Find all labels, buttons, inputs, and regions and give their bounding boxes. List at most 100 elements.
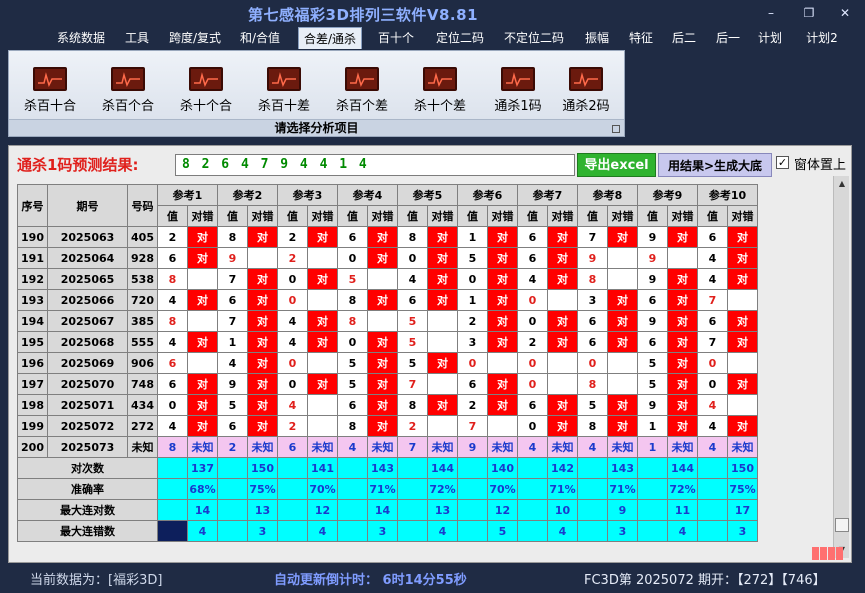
- value-cell: 0: [697, 352, 728, 374]
- table-row[interactable]: 197 2025070 748 6 对 9 对 0 对 5 对 7 6 对 0 8 5 对 0 对: [17, 373, 758, 395]
- table-row[interactable]: 192 2025065 538 8 7 对 0 对 5 4 对 0 对 4 对 8 9 对 4 对: [17, 268, 758, 290]
- table-row[interactable]: 198 2025071 434 0 对 5 对 4 6 对 8 对 2 对 6 对 5 对 9 对 4: [17, 394, 758, 416]
- seq-cell: 198: [17, 394, 48, 416]
- menu-item-5[interactable]: 百十个: [370, 27, 422, 49]
- value-cell: 6: [217, 289, 248, 311]
- stat-value-cell: 9: [607, 499, 638, 521]
- close-icon[interactable]: ✕: [836, 5, 854, 21]
- correct-cell: 对: [247, 331, 278, 353]
- menu-item-6[interactable]: 定位二码: [428, 27, 492, 49]
- number-cell: 272: [127, 415, 158, 437]
- chart-icon: [189, 67, 223, 91]
- value-cell: 7: [577, 226, 608, 248]
- stat-spacer-cell: [337, 478, 368, 500]
- pending-value-cell: 2: [217, 436, 248, 458]
- pending-row[interactable]: 200 2025073 未知 8 未知 2 未知 6 未知 4 未知 7 未知 9 未知 4 未知 4 未知 1 未知 4…: [17, 436, 758, 458]
- seq-cell: 200: [17, 436, 48, 458]
- stat-value-cell: 70%: [487, 478, 518, 500]
- table-row[interactable]: 199 2025072 272 4 对 6 对 2 8 对 2 7 0 对 8 对 1 对 4 对: [17, 415, 758, 437]
- ribbon-button-7[interactable]: 通杀2码: [549, 67, 623, 117]
- menu-item-1[interactable]: 工具: [118, 27, 156, 49]
- result-subheader: 对错: [367, 205, 398, 227]
- value-cell: 2: [277, 415, 308, 437]
- value-cell: 2: [457, 310, 488, 332]
- stat-label: 准确率: [17, 478, 158, 500]
- value-subheader: 值: [637, 205, 668, 227]
- table-row[interactable]: 195 2025068 555 4 对 1 对 4 对 0 对 5 3 对 2 对 6 对 6 对 7 对: [17, 331, 758, 353]
- menu-item-2[interactable]: 跨度/复式: [162, 27, 228, 49]
- value-cell: 8: [337, 415, 368, 437]
- value-subheader: 值: [157, 205, 188, 227]
- ribbon-button-1[interactable]: 杀百个合: [91, 67, 165, 117]
- pending-status-cell: 未知: [367, 436, 398, 458]
- pending-status-cell: 未知: [187, 436, 218, 458]
- menu-item-8[interactable]: 振幅: [576, 27, 618, 49]
- table-row[interactable]: 196 2025069 906 6 4 对 0 5 对 5 对 0 0 0 5 对 0: [17, 352, 758, 374]
- menu-item-11[interactable]: 后一: [708, 27, 748, 49]
- menu-item-9[interactable]: 特征: [620, 27, 662, 49]
- vertical-scrollbar[interactable]: ▲ ▼: [833, 176, 849, 558]
- pending-status-cell: 未知: [727, 436, 758, 458]
- value-cell: 6: [457, 373, 488, 395]
- reference-header: 参考10: [697, 184, 758, 206]
- ribbon-button-0[interactable]: 杀百十合: [13, 67, 87, 117]
- table-row[interactable]: 190 2025063 405 2 对 8 对 2 对 6 对 8 对 1 对 6 对 7 对 9 对 6 对: [17, 226, 758, 248]
- ribbon-button-4[interactable]: 杀百个差: [325, 67, 399, 117]
- dialog-launcher-icon[interactable]: [612, 125, 620, 133]
- stat-label: 最大连对数: [17, 499, 158, 521]
- menu-item-13[interactable]: 计划2: [796, 27, 848, 49]
- menu-item-3[interactable]: 和/合值: [236, 27, 284, 49]
- ribbon-button-2[interactable]: 杀十个合: [169, 67, 243, 117]
- ribbon-button-3[interactable]: 杀百十差: [247, 67, 321, 117]
- value-cell: 6: [637, 289, 668, 311]
- correct-cell: 对: [187, 373, 218, 395]
- menu-item-12[interactable]: 计划: [752, 27, 788, 49]
- value-cell: 0: [577, 352, 608, 374]
- result-subheader: 对错: [607, 205, 638, 227]
- stat-spacer-cell: [697, 457, 728, 479]
- wrong-cell: [307, 415, 338, 437]
- minimize-icon[interactable]: –: [762, 5, 780, 21]
- correct-cell: 对: [307, 331, 338, 353]
- result-label: 通杀1码预测结果:: [17, 156, 139, 174]
- stat-spacer-cell: [217, 457, 248, 479]
- seq-cell: 199: [17, 415, 48, 437]
- ribbon-button-6[interactable]: 通杀1码: [481, 67, 555, 117]
- generate-base-button[interactable]: 用结果>生成大底: [658, 153, 772, 177]
- value-cell: 6: [337, 226, 368, 248]
- correct-cell: 对: [607, 415, 638, 437]
- restore-icon[interactable]: ❐: [800, 5, 818, 21]
- correct-cell: 对: [487, 247, 518, 269]
- table-row[interactable]: 194 2025067 385 8 7 对 4 对 8 5 2 对 0 对 6 对 9 对 6 对: [17, 310, 758, 332]
- wrong-cell: [187, 352, 218, 374]
- table-row[interactable]: 191 2025064 928 6 对 9 2 0 对 0 对 5 对 6 对 9 9 4 对: [17, 247, 758, 269]
- scroll-thumb[interactable]: [835, 518, 849, 532]
- correct-cell: 对: [487, 331, 518, 353]
- scroll-up-icon[interactable]: ▲: [834, 176, 850, 192]
- result-field[interactable]: 8 2 6 4 7 9 4 4 1 4: [175, 154, 575, 176]
- value-cell: 5: [337, 352, 368, 374]
- column-header: 序号: [17, 184, 48, 227]
- correct-cell: 对: [667, 415, 698, 437]
- pin-window-checkbox[interactable]: ✓: [776, 156, 789, 169]
- value-cell: 0: [337, 331, 368, 353]
- menu-item-0[interactable]: 系统数据: [48, 27, 114, 49]
- ribbon-button-5[interactable]: 杀十个差: [403, 67, 477, 117]
- export-excel-button[interactable]: 导出excel: [577, 153, 656, 177]
- stat-spacer-cell: [217, 499, 248, 521]
- menu-item-7[interactable]: 不定位二码: [496, 27, 572, 49]
- menu-item-4[interactable]: 合差/通杀: [298, 27, 362, 49]
- menu-item-10[interactable]: 后二: [664, 27, 704, 49]
- wrong-cell: [727, 352, 758, 374]
- value-cell: 2: [457, 394, 488, 416]
- value-cell: 6: [517, 394, 548, 416]
- prediction-table: 序号 期号 号码 参考1 参考2 参考3 参考4 参考5 参考6 参考7 参考8 参考9 参考10 值对错…: [17, 184, 758, 542]
- stat-value-cell: 72%: [427, 478, 458, 500]
- value-cell: 4: [157, 415, 188, 437]
- pending-status-cell: 未知: [247, 436, 278, 458]
- table-row[interactable]: 193 2025066 720 4 对 6 对 0 8 对 6 对 1 对 0 3 对 6 对 7: [17, 289, 758, 311]
- stat-spacer-cell: [217, 520, 248, 542]
- correct-cell: 对: [367, 289, 398, 311]
- stat-row: 准确率 68% 75% 70% 71% 72% 70% 71% 71% 72% 75%: [17, 478, 758, 500]
- value-cell: 8: [577, 268, 608, 290]
